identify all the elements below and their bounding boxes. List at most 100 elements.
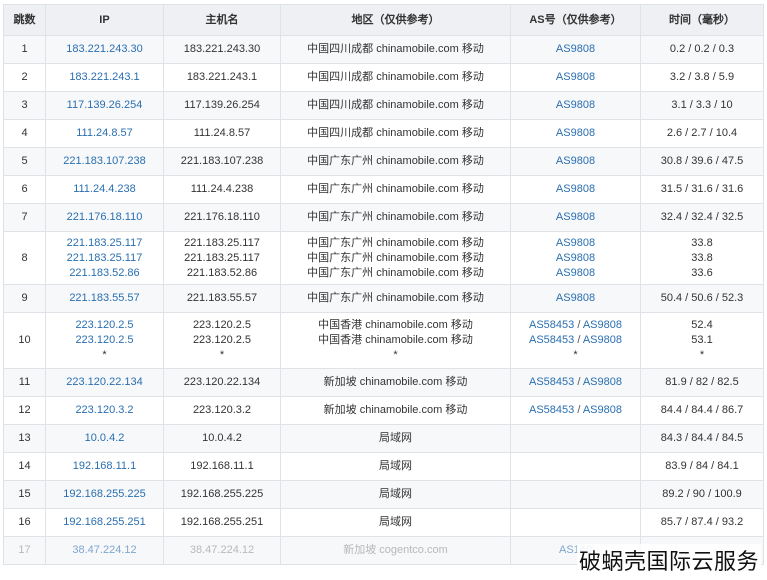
ip-link[interactable]: 111.24.4.238 [48, 182, 161, 197]
region-cell: 局域网 [280, 424, 511, 453]
ip-link[interactable]: 38.47.224.12 [48, 543, 161, 558]
hop-cell: 5 [3, 147, 46, 176]
time-text: 81.9 / 82 / 82.5 [665, 376, 739, 388]
asn-cell: AS9808 [510, 175, 641, 204]
hostname-cell: 223.120.22.134 [163, 368, 281, 397]
asn-link[interactable]: AS9808 [556, 183, 595, 195]
ip-link[interactable]: 183.221.243.1 [48, 70, 161, 85]
asn-link[interactable]: AS9808 [556, 155, 595, 167]
asn-link[interactable]: AS9808 [556, 127, 595, 139]
asn-link[interactable]: AS9808 [583, 376, 622, 388]
hostname-text: 111.24.8.57 [193, 127, 251, 139]
asn-link[interactable]: AS9808 [583, 404, 622, 416]
ip-link[interactable]: 223.120.3.2 [48, 403, 161, 418]
table-row: 6 111.24.4.238 111.24.4.238 中国广东广州 chinamob… [3, 175, 764, 204]
hop-cell: 15 [3, 480, 46, 509]
region-text: 中国广东广州 chinamobile.com 移动 [307, 292, 484, 304]
table-row: 8 221.183.25.117 221.183.25.117 221.183.52.… [3, 231, 764, 285]
ip-cell: 192.168.255.225 [45, 480, 164, 509]
region-text: 中国广东广州 chinamobile.com 移动 [307, 266, 484, 279]
asn-link[interactable]: AS58453 [529, 376, 574, 388]
time-text: 30.8 / 39.6 / 47.5 [660, 155, 744, 167]
time-text: 33.6 [691, 266, 713, 279]
region-text: 中国广东广州 chinamobile.com 移动 [307, 211, 484, 223]
region-text: 中国四川成都 chinamobile.com 移动 [307, 43, 484, 55]
hostname-text: * [219, 349, 225, 361]
hop-number: 8 [21, 251, 28, 264]
asn-link[interactable]: AS9808 [556, 237, 595, 249]
ip-link[interactable]: 221.183.107.238 [48, 154, 161, 169]
asn-link[interactable]: AS9808 [556, 252, 595, 264]
hop-number: 10 [18, 334, 31, 346]
hostname-cell: 221.183.107.238 [163, 147, 281, 176]
hop-cell: 9 [3, 284, 46, 313]
hop-number: 5 [21, 155, 28, 167]
ip-link[interactable]: 223.120.2.5 [48, 333, 161, 348]
ip-link[interactable]: 221.176.18.110 [48, 210, 161, 225]
asn-cell: AS58453 / AS9808 [510, 368, 641, 397]
table-row: 3 117.139.26.254 117.139.26.254 中国四川成都 chin… [3, 91, 764, 120]
time-text: 3.2 / 3.8 / 5.9 [669, 71, 735, 83]
hostname-cell: 10.0.4.2 [163, 424, 281, 453]
ip-link[interactable]: 111.24.8.57 [48, 126, 161, 141]
ip-link[interactable]: 221.183.52.86 [48, 266, 161, 281]
asn-link[interactable]: AS9808 [556, 43, 595, 55]
ip-link[interactable]: 223.120.2.5 [48, 318, 161, 333]
asn-line: AS9808 [513, 266, 638, 281]
asn-link[interactable]: AS9808 [556, 292, 595, 304]
asn-line: AS9808 [513, 126, 638, 141]
table-row: 9 221.183.55.57 221.183.55.57 中国广东广州 chinam… [3, 284, 764, 313]
region-text: 新加坡 chinamobile.com 移动 [323, 404, 468, 416]
col-header-time: 时间（毫秒） [640, 4, 764, 36]
asn-link[interactable]: AS9808 [556, 211, 595, 223]
hop-cell: 6 [3, 175, 46, 204]
hostname-text: 117.139.26.254 [184, 99, 260, 111]
ip-link[interactable]: 192.168.255.225 [48, 487, 161, 502]
ip-cell: 221.183.25.117 221.183.25.117 221.183.52.8… [45, 231, 164, 285]
asn-link[interactable]: AS9808 [583, 334, 622, 346]
asn-cell [510, 480, 641, 509]
col-header-hostname: 主机名 [163, 4, 281, 36]
table-header-row: 跳数 IP 主机名 地区（仅供参考） AS号（仅供参考） 时间（毫秒） [3, 4, 764, 36]
region-cell: 中国四川成都 chinamobile.com 移动 [280, 35, 511, 64]
asn-line: AS9808 [513, 182, 638, 197]
ip-link[interactable]: 221.183.55.57 [48, 291, 161, 306]
asn-line: AS9808 [513, 70, 638, 85]
hop-number: 4 [21, 127, 28, 139]
hostname-cell: 192.168.255.251 [163, 508, 281, 537]
col-header-ip: IP [45, 4, 164, 36]
asn-link[interactable]: AS58453 [529, 319, 574, 331]
asn-link[interactable]: AS58453 [529, 404, 574, 416]
ip-link[interactable]: 221.183.25.117 [48, 251, 161, 266]
asn-link[interactable]: AS9808 [556, 99, 595, 111]
hostname-text: 223.120.22.134 [183, 376, 261, 388]
ip-link[interactable]: 192.168.255.251 [48, 515, 161, 530]
ip-cell: 221.183.107.238 [45, 147, 164, 176]
time-text: * [699, 349, 705, 361]
time-cell: 31.5 / 31.6 / 31.6 [640, 175, 764, 204]
ip-link[interactable]: 192.168.11.1 [48, 459, 161, 474]
ip-link[interactable]: 10.0.4.2 [48, 431, 161, 446]
asn-line: AS9808 [513, 251, 638, 266]
asn-link[interactable]: AS9808 [556, 267, 595, 279]
region-text: 中国四川成都 chinamobile.com 移动 [307, 127, 484, 139]
hostname-cell: 183.221.243.30 [163, 35, 281, 64]
hop-cell: 7 [3, 203, 46, 232]
ip-link[interactable]: 117.139.26.254 [48, 98, 161, 113]
asn-link[interactable]: AS9808 [556, 71, 595, 83]
hostname-cell: 117.139.26.254 [163, 91, 281, 120]
ip-link[interactable]: 183.221.243.30 [48, 42, 161, 57]
hostname-text: 192.168.255.251 [180, 516, 264, 528]
ip-link[interactable]: 221.183.25.117 [48, 236, 161, 251]
hop-number: 13 [18, 432, 31, 444]
asn-link[interactable]: AS58453 [529, 334, 574, 346]
time-text: 52.4 [691, 319, 713, 331]
ip-link[interactable]: 223.120.22.134 [48, 375, 161, 390]
time-cell: 2.6 / 2.7 / 10.4 [640, 119, 764, 148]
asn-link[interactable]: AS9808 [583, 319, 622, 331]
region-text: 中国四川成都 chinamobile.com 移动 [307, 71, 484, 83]
ip-cell: 221.176.18.110 [45, 203, 164, 232]
region-cell: 中国广东广州 chinamobile.com 移动 [280, 147, 511, 176]
time-text: 33.8 [691, 251, 713, 264]
hop-number: 17 [18, 544, 31, 556]
